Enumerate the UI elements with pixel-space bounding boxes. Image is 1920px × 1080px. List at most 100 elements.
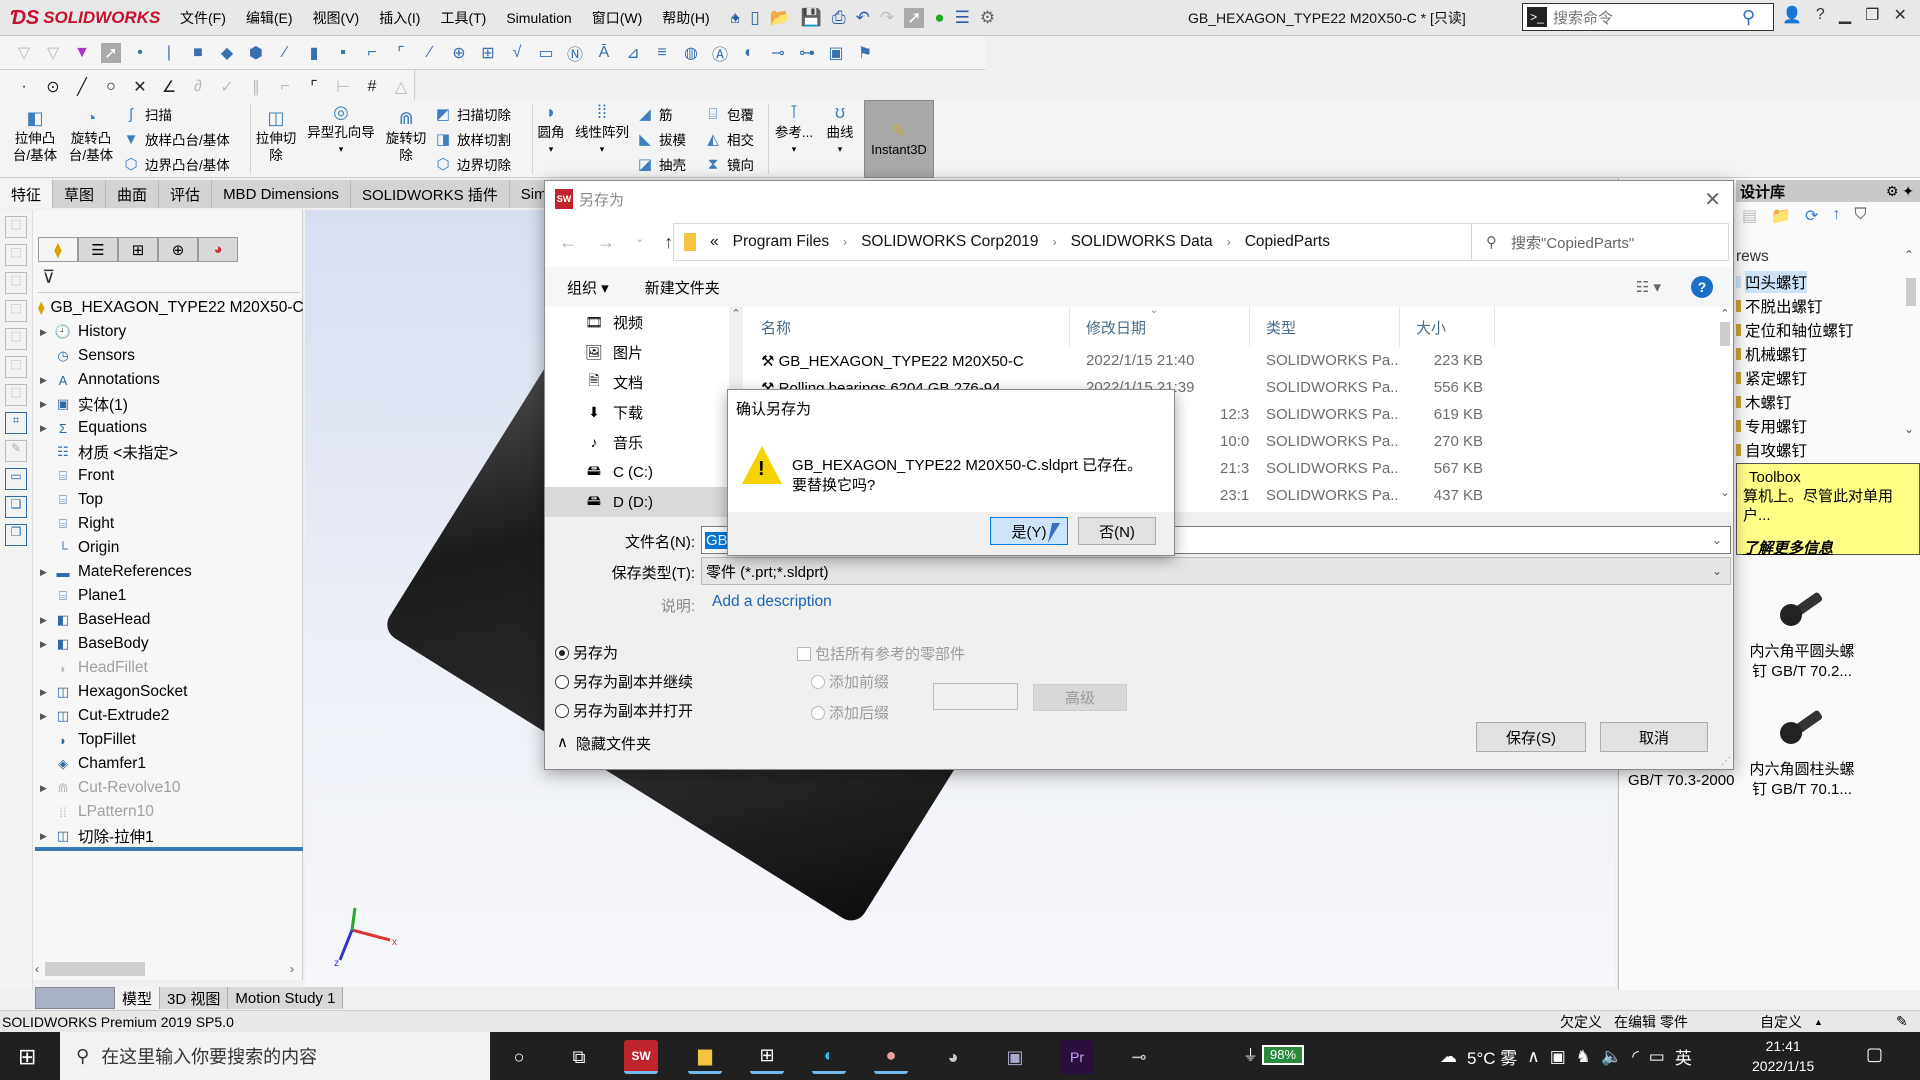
minimize-button[interactable]: ▁ [1839, 5, 1851, 25]
tree-item[interactable]: ⌸ Front [38, 464, 300, 488]
checkbox-box[interactable] [797, 646, 811, 661]
notifications-icon[interactable]: ▢ [1866, 1044, 1883, 1065]
radio-add-suffix[interactable]: 添加后缀 [811, 702, 889, 723]
filter-sketch-icon[interactable]: ⌐ [362, 43, 382, 63]
filter-midpoint-icon[interactable]: ⁄ [420, 43, 440, 63]
filter-annotation-icon[interactable]: ⚑ [855, 43, 875, 63]
window-cascade-icon[interactable]: ❏ [5, 496, 27, 518]
file-list-scrollbar[interactable]: ⌃ ⌄ [1717, 307, 1733, 512]
library-folder-item[interactable]: 紧定螺钉 [1736, 366, 1906, 390]
dimxpert-tab-icon[interactable]: ⊕ [158, 237, 198, 262]
tree-item[interactable]: ◗ HeadFillet [38, 656, 300, 680]
solidworks-logo[interactable]: ƊS SOLIDWORKS [10, 4, 160, 32]
line-icon[interactable]: ╱ [72, 77, 92, 97]
tree-root[interactable]: ⧫ GB_HEXAGON_TYPE22 M20X50-C [38, 296, 304, 320]
column-type[interactable]: 类型 [1250, 307, 1400, 347]
triangle-icon[interactable]: △ [391, 77, 411, 97]
filter-blocks-icon[interactable]: ◍ [681, 43, 701, 63]
app-bolt-icon[interactable]: ⊸ [1122, 1040, 1156, 1074]
radio-add-prefix[interactable]: 添加前缀 [811, 671, 889, 692]
fillet-button[interactable]: ◗ 圆角 ▾ [536, 103, 566, 158]
menu-window[interactable]: 窗口(W) [592, 8, 643, 28]
tree-item[interactable]: ▶ A Annotations [38, 368, 300, 392]
premiere-pro-icon[interactable]: Pr [1060, 1040, 1094, 1074]
filter-surface-finish-icon[interactable]: √ [507, 43, 527, 63]
column-date[interactable]: 修改日期 ⌄ [1070, 305, 1250, 347]
radio-button[interactable] [811, 705, 825, 720]
library-folder-item[interactable]: 专用螺钉 [1736, 414, 1906, 438]
scroll-down-icon[interactable]: ⌄ [1717, 486, 1733, 499]
tab-navigation-arrows[interactable] [35, 987, 115, 1009]
tab-motion-study[interactable]: Motion Study 1 [228, 987, 344, 1009]
network-icon[interactable]: ◜ [1632, 1047, 1639, 1067]
cortana-icon[interactable]: ○ [502, 1040, 536, 1074]
menu-file[interactable]: 文件(F) [180, 8, 226, 28]
extrude-boss-button[interactable]: ◧ 拉伸凸 台/基体 [10, 109, 60, 164]
expand-arrow-icon[interactable]: ▶ [40, 327, 52, 338]
print-icon[interactable]: ⎙ [832, 8, 846, 28]
toolbox-bolt-icon[interactable]: ⛉ [1854, 206, 1866, 226]
solidworks-taskbar-icon[interactable]: SW [624, 1040, 658, 1074]
tab-solidworks-addins[interactable]: SOLIDWORKS 插件 [350, 180, 510, 208]
boundary-boss-button[interactable]: ⬡ 边界凸台/基体 [122, 154, 229, 174]
extrude-cut-button[interactable]: ◫ 拉伸切 除 [254, 109, 298, 164]
filter-balloon-icon[interactable]: Ⓝ [565, 43, 585, 64]
search-icon[interactable]: ⚲ [1742, 7, 1755, 28]
tool-icon[interactable]: ✎ [5, 440, 27, 462]
tree-item[interactable]: ⌸ Right [38, 512, 300, 536]
weather-text[interactable]: 5°C 雾 [1467, 1044, 1517, 1069]
reference-geometry-dropdown-icon[interactable]: ▾ [792, 141, 797, 158]
nav-item[interactable]: 🖼 图片 [545, 337, 729, 367]
revolve-boss-button[interactable]: ◔ 旋转凸 台/基体 [66, 109, 116, 164]
tree-item[interactable]: ⁞⁞ LPattern10 [38, 800, 300, 824]
breadcrumb-separator[interactable]: › [1053, 235, 1057, 249]
expand-arrow-icon[interactable]: ▶ [40, 783, 52, 794]
tree-item[interactable]: ▶ ▬ MateReferences [38, 560, 300, 584]
tree-item[interactable]: ▶ Σ Equations [38, 416, 300, 440]
library-folder-item[interactable]: 自攻螺钉 [1736, 438, 1906, 462]
fillet-sketch-icon[interactable]: ∂ [188, 77, 208, 97]
view-bottom-icon[interactable]: ⬚ [5, 356, 27, 378]
nav-item[interactable]: 🗎 文档 [545, 367, 729, 397]
path-overflow-icon[interactable]: « [710, 233, 719, 251]
sketch-view-icon[interactable]: ⌗ [5, 412, 27, 434]
app-avatar-icon[interactable]: ● [874, 1040, 908, 1074]
radio-save-copy-continue[interactable]: 另存为副本并继续 [555, 671, 693, 692]
nav-item[interactable]: 🖴 D (D:) [545, 487, 729, 517]
add-to-library-icon[interactable]: ▤ [1742, 206, 1757, 226]
filter-surface-icon[interactable]: ◆ [217, 43, 237, 63]
filter-cosmetic-thread-icon[interactable]: ≡ [652, 43, 672, 63]
nav-item[interactable]: ⬇ 下载 [545, 397, 729, 427]
caret-up-icon[interactable]: ▲ [1814, 1017, 1823, 1027]
refresh-icon[interactable]: ⟳ [1805, 206, 1818, 226]
prefix-suffix-input[interactable] [933, 683, 1018, 710]
up-arrow-icon[interactable]: ↑ [1832, 206, 1840, 226]
include-references-checkbox[interactable]: 包括所有参考的零部件 [797, 643, 965, 664]
new-folder-button[interactable]: 新建文件夹 [645, 277, 720, 298]
filter-toggle-icon[interactable]: ▽ [43, 43, 63, 63]
linear-pattern-button[interactable]: ⁞⁞ 线性阵列 ▾ [572, 103, 632, 158]
home-icon[interactable]: ⌂ [730, 8, 740, 28]
input-method[interactable]: 英 [1675, 1044, 1692, 1069]
loft-button[interactable]: ▼ 放样凸台/基体 [122, 129, 230, 149]
revolve-cut-button[interactable]: ⋒ 旋转切 除 [384, 109, 428, 164]
tab-sketch[interactable]: 草图 [53, 180, 107, 208]
trim-icon[interactable]: ✕ [130, 77, 150, 97]
save-icon[interactable]: 💾 [801, 8, 822, 28]
filename-dropdown-icon[interactable]: ⌄ [1712, 533, 1722, 547]
draft-button[interactable]: ◣ 拔模 [636, 129, 686, 149]
filter-vertices-icon[interactable]: • [130, 43, 150, 63]
nav-item[interactable]: ♪ 音乐 [545, 427, 729, 457]
filter-sketch-segment-icon[interactable]: ⌜ [391, 43, 411, 63]
filetype-select[interactable]: 零件 (*.prt;*.sldprt) ⌄ [701, 557, 1731, 585]
scroll-up-icon[interactable]: ⌃ [729, 307, 743, 320]
angle-icon[interactable]: ∠ [159, 77, 179, 97]
nav-item[interactable]: 🎞 视频 [545, 307, 729, 337]
scroll-thumb[interactable] [45, 962, 145, 976]
construction-icon[interactable]: ⌜ [304, 77, 324, 97]
tree-item[interactable]: ◷ Sensors [38, 344, 300, 368]
file-explorer-icon[interactable]: ▆ [688, 1040, 722, 1074]
breadcrumb-solidworks-corp[interactable]: SOLIDWORKS Corp2019 [861, 233, 1038, 251]
breadcrumb-program-files[interactable]: Program Files [733, 233, 829, 251]
filter-solid-icon[interactable]: ⬢ [246, 43, 266, 63]
